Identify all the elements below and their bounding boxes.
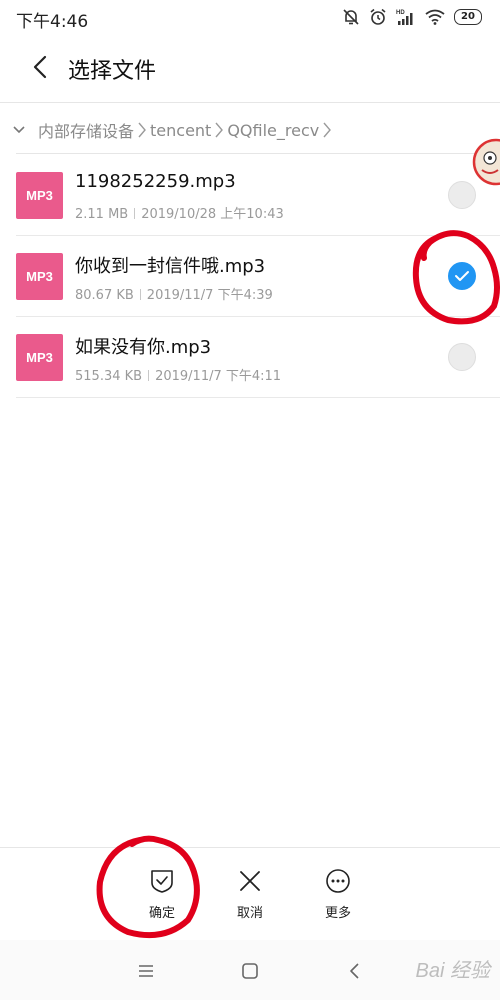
file-list: MP3 1198252259.mp3 2.11 MB 2019/10/28 上午1… xyxy=(0,155,500,398)
page-title: 选择文件 xyxy=(68,59,157,84)
home-button[interactable] xyxy=(238,959,262,983)
breadcrumb: 内部存储设备 tencent QQfile_recv xyxy=(0,108,500,152)
hd-signal-icon: HD xyxy=(396,8,416,26)
file-date: 2019/11/7 下午4:11 xyxy=(155,369,282,384)
meta-separator xyxy=(139,289,141,300)
file-meta: 515.34 KB 2019/11/7 下午4:11 xyxy=(75,365,281,384)
file-meta: 80.67 KB 2019/11/7 下午4:39 xyxy=(75,284,273,303)
file-item[interactable]: MP3 1198252259.mp3 2.11 MB 2019/10/28 上午1… xyxy=(0,155,500,236)
file-item[interactable]: MP3 你收到一封信件哦.mp3 80.67 KB 2019/11/7 下午4:3… xyxy=(0,236,500,317)
breadcrumb-item-tencent[interactable]: tencent xyxy=(150,121,211,140)
more-button[interactable]: 更多 xyxy=(303,868,373,921)
file-date: 2019/10/28 上午10:43 xyxy=(141,207,284,222)
menu-button[interactable] xyxy=(134,959,158,983)
status-icons: HD 20 xyxy=(342,6,482,28)
chevron-right-icon xyxy=(322,121,332,139)
mp3-file-icon: MP3 xyxy=(16,253,63,300)
shield-check-icon xyxy=(151,870,173,893)
confirm-label: 确定 xyxy=(148,906,175,921)
header: 选择文件 xyxy=(0,34,500,102)
meta-separator xyxy=(148,370,150,381)
watermark: Bai 经验 xyxy=(415,960,490,982)
confirm-button[interactable]: 确定 xyxy=(127,868,197,921)
breadcrumb-expand-button[interactable] xyxy=(0,108,38,152)
navigation-bar: Bai 经验 xyxy=(0,940,500,1000)
svg-text:HD: HD xyxy=(396,10,405,16)
file-size: 80.67 KB xyxy=(75,288,134,303)
status-time: 下午4:46 xyxy=(16,12,89,32)
back-triangle-icon xyxy=(350,963,359,979)
file-name: 你收到一封信件哦.mp3 xyxy=(75,256,266,277)
action-bar: 确定 取消 更多 xyxy=(0,848,500,938)
file-select-checkbox[interactable] xyxy=(448,262,476,290)
header-divider xyxy=(0,102,500,103)
back-button[interactable] xyxy=(24,50,58,84)
battery-icon: 20 xyxy=(454,9,482,25)
mp3-file-icon: MP3 xyxy=(16,334,63,381)
more-label: 更多 xyxy=(324,906,351,921)
file-size: 2.11 MB xyxy=(75,207,129,222)
file-name: 如果没有你.mp3 xyxy=(75,337,212,358)
mute-icon xyxy=(342,8,360,26)
home-square-icon xyxy=(242,963,258,979)
breadcrumb-divider xyxy=(16,153,500,154)
file-select-checkbox[interactable] xyxy=(448,181,476,209)
mp3-file-icon: MP3 xyxy=(16,172,63,219)
checkmark-icon xyxy=(455,271,469,281)
meta-separator xyxy=(134,208,136,219)
file-select-checkbox[interactable] xyxy=(448,343,476,371)
cancel-label: 取消 xyxy=(236,906,263,921)
breadcrumb-item-internal-storage[interactable]: 内部存储设备 xyxy=(38,118,134,142)
menu-icon xyxy=(139,965,153,977)
file-meta: 2.11 MB 2019/10/28 上午10:43 xyxy=(75,203,284,222)
chevron-right-icon xyxy=(214,121,224,139)
close-icon xyxy=(240,871,260,891)
chevron-down-icon xyxy=(13,126,25,134)
chevron-right-icon xyxy=(137,121,147,139)
file-item[interactable]: MP3 如果没有你.mp3 515.34 KB 2019/11/7 下午4:11 xyxy=(0,317,500,398)
breadcrumb-item-qqfile-recv[interactable]: QQfile_recv xyxy=(227,121,319,140)
file-name: 1198252259.mp3 xyxy=(75,171,236,192)
nav-back-button[interactable] xyxy=(343,959,367,983)
back-arrow-icon xyxy=(33,55,47,79)
file-size: 515.34 KB xyxy=(75,369,143,384)
wifi-icon xyxy=(425,9,445,25)
status-bar: 下午4:46 HD 20 xyxy=(0,0,500,34)
more-icon xyxy=(326,869,350,893)
cancel-button[interactable]: 取消 xyxy=(215,868,285,921)
file-date: 2019/11/7 下午4:39 xyxy=(146,288,273,303)
alarm-icon xyxy=(369,8,387,26)
